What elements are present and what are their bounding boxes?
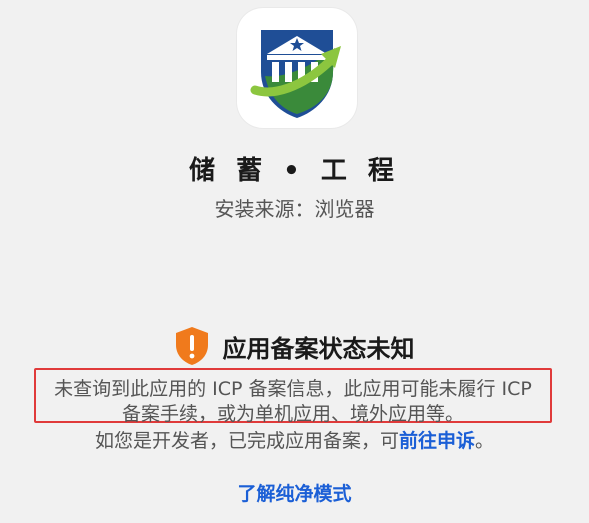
install-source: 安装来源：浏览器 bbox=[214, 197, 375, 221]
appeal-suffix: 。 bbox=[475, 430, 495, 452]
appeal-prefix: 如您是开发者，已完成应用备案，可 bbox=[94, 430, 399, 452]
bank-shield-logo-icon bbox=[250, 30, 341, 118]
learn-pure-mode-link[interactable]: 了解纯净模式 bbox=[0, 479, 589, 506]
status-description-line1: 未查询到此应用的 ICP 备案信息，此应用可能未履行 ICP bbox=[54, 378, 532, 400]
app-name: 储 蓄 • 工 程 bbox=[189, 156, 400, 186]
appeal-link[interactable]: 前往申诉 bbox=[399, 430, 475, 452]
status-header: 应用备案状态未知 bbox=[0, 326, 589, 366]
status-title: 应用备案状态未知 bbox=[222, 334, 415, 363]
appeal-text: 如您是开发者，已完成应用备案，可前往申诉。 bbox=[0, 426, 589, 453]
shield-exclamation-icon bbox=[175, 327, 208, 365]
status-description-line2: 备案手续，或为单机应用、境外应用等。 bbox=[121, 403, 464, 425]
app-icon bbox=[237, 8, 357, 128]
